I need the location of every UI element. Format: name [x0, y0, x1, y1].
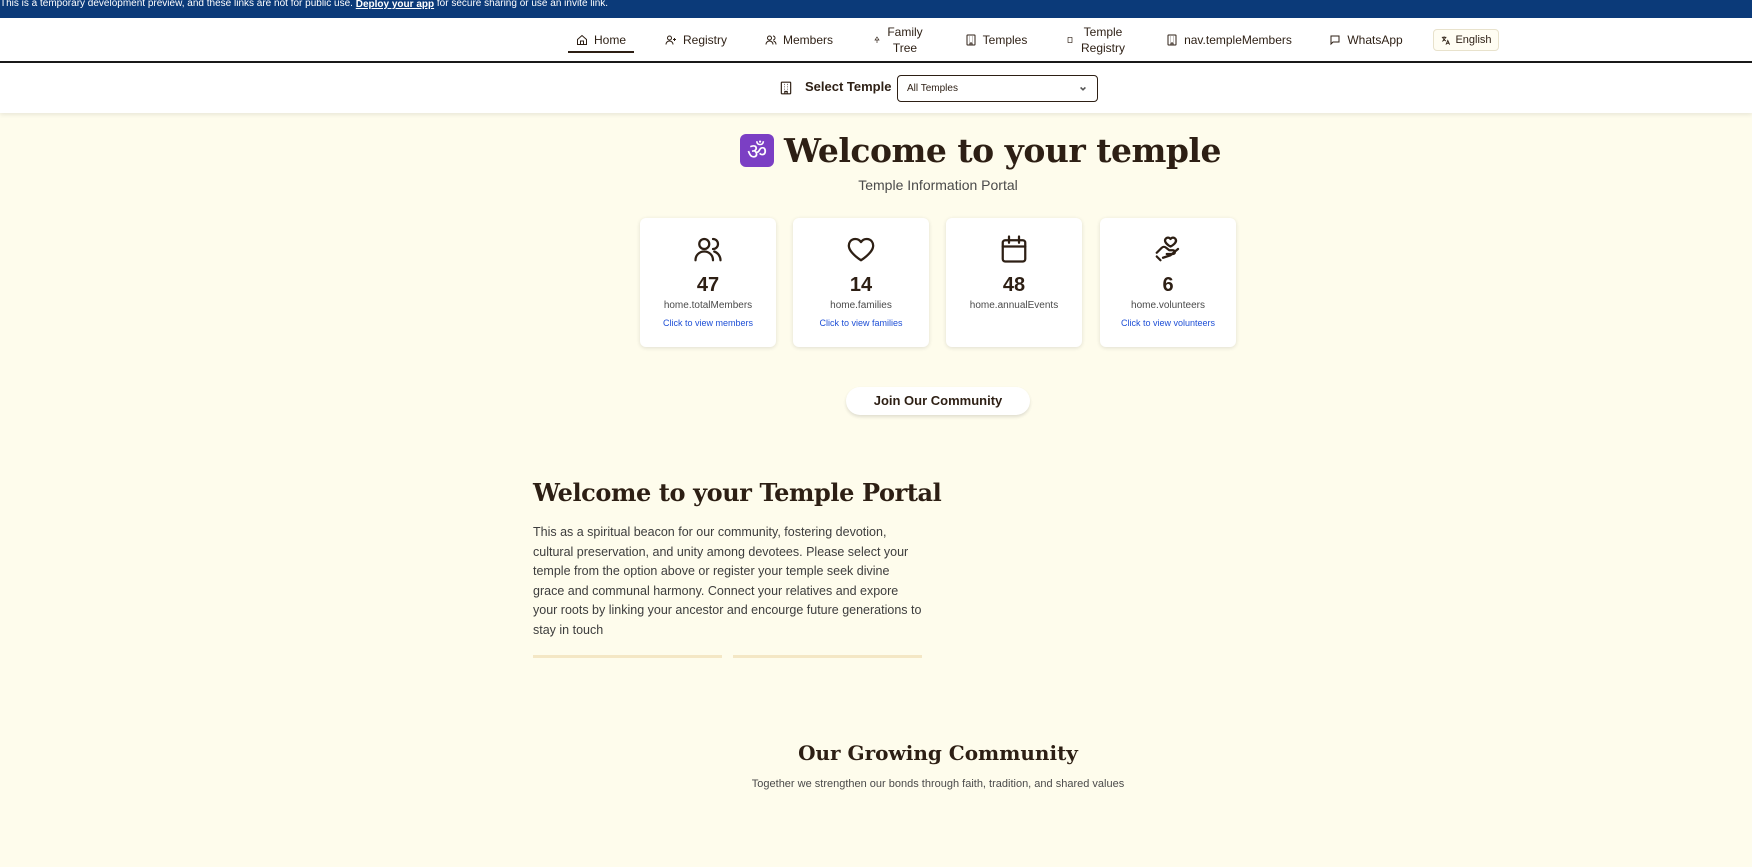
nav-temples-label: Temples — [982, 32, 1028, 47]
hero-subtitle: Temple Information Portal — [858, 177, 1018, 193]
chevron-down-icon — [1080, 86, 1086, 91]
temple-select[interactable]: All Temples — [897, 75, 1098, 102]
stat-card-events: 48 home.annualEvents — [946, 218, 1082, 347]
nav-whatsapp-label: WhatsApp — [1347, 32, 1403, 47]
nav-family-tree-label: Family Tree — [887, 24, 923, 55]
nav-temple-registry-label: Temple Registry — [1080, 24, 1125, 55]
stat-label: home.annualEvents — [969, 300, 1059, 311]
building-icon — [966, 34, 976, 45]
deploy-app-link[interactable]: Deploy your app — [356, 0, 434, 10]
portal-description: This as a spiritual beacon for our commu… — [533, 525, 922, 637]
temple-icon — [1067, 36, 1073, 43]
stat-value: 47 — [696, 274, 720, 296]
stat-label: home.volunteers — [1131, 300, 1205, 311]
community-title: Our Growing Community — [798, 741, 1078, 765]
divider — [733, 655, 922, 658]
view-members-link[interactable]: Click to view members — [640, 318, 776, 328]
user-plus-icon — [665, 35, 676, 45]
stat-value: 6 — [1162, 274, 1174, 296]
language-button[interactable]: English — [1433, 29, 1499, 51]
nav-home[interactable]: Home — [568, 18, 634, 61]
stat-card-members[interactable]: 47 home.totalMembers Click to view membe… — [640, 218, 776, 347]
nav-temple-members-label: nav.templeMembers — [1184, 32, 1292, 47]
stat-label: home.totalMembers — [663, 300, 753, 311]
nav-members-label: Members — [783, 32, 834, 47]
stat-card-families[interactable]: 14 home.families Click to view families — [793, 218, 929, 347]
tree-icon — [874, 35, 880, 43]
nav-registry[interactable]: Registry — [664, 18, 728, 61]
temple-selector-bar: Select Temple All Temples — [0, 63, 1752, 113]
community-subtitle: Together we strengthen our bonds through… — [751, 778, 1125, 790]
translate-icon — [1442, 35, 1451, 45]
hero-title: Welcome to your temple — [784, 131, 1221, 170]
building-icon — [780, 81, 792, 95]
join-community-button[interactable]: Join Our Community — [846, 387, 1030, 415]
users-icon — [694, 237, 722, 262]
dev-preview-banner: This is a temporary development preview,… — [0, 0, 1752, 18]
stat-card-volunteers[interactable]: 6 home.volunteers Click to view voluntee… — [1100, 218, 1236, 347]
building-icon — [1167, 34, 1177, 45]
hand-heart-icon — [1155, 236, 1180, 262]
temple-select-value: All Temples — [907, 83, 958, 94]
banner-text-after: for secure sharing or use an invite link… — [434, 0, 609, 9]
home-icon — [576, 34, 587, 45]
users-icon — [765, 35, 777, 45]
top-navbar: Home Registry Members Family Tree Temple… — [0, 18, 1752, 63]
nav-family-tree[interactable]: Family Tree — [872, 18, 924, 61]
view-volunteers-link[interactable]: Click to view volunteers — [1100, 318, 1236, 328]
select-temple-label: Select Temple — [805, 79, 892, 94]
nav-registry-label: Registry — [682, 32, 727, 47]
language-label: English — [1455, 34, 1492, 46]
banner-text-before: This is a temporary development preview,… — [0, 0, 356, 9]
nav-members[interactable]: Members — [765, 18, 834, 61]
nav-home-label: Home — [593, 32, 626, 47]
heart-icon — [847, 237, 875, 262]
nav-whatsapp[interactable]: WhatsApp — [1330, 18, 1403, 61]
nav-temple-members[interactable]: nav.templeMembers — [1166, 18, 1292, 61]
hero-heading: ॐ Welcome to your temple — [740, 128, 1221, 173]
stat-value: 14 — [849, 274, 873, 296]
stat-label: home.families — [830, 300, 892, 311]
divider — [533, 655, 722, 658]
nav-temples[interactable]: Temples — [966, 18, 1028, 61]
stat-value: 48 — [1002, 274, 1026, 296]
view-families-link[interactable]: Click to view families — [793, 318, 929, 328]
message-icon — [1330, 35, 1340, 45]
nav-temple-registry[interactable]: Temple Registry — [1066, 18, 1126, 61]
om-icon: ॐ — [740, 134, 774, 167]
calendar-icon — [1001, 235, 1027, 263]
portal-title: Welcome to your Temple Portal — [533, 478, 942, 507]
